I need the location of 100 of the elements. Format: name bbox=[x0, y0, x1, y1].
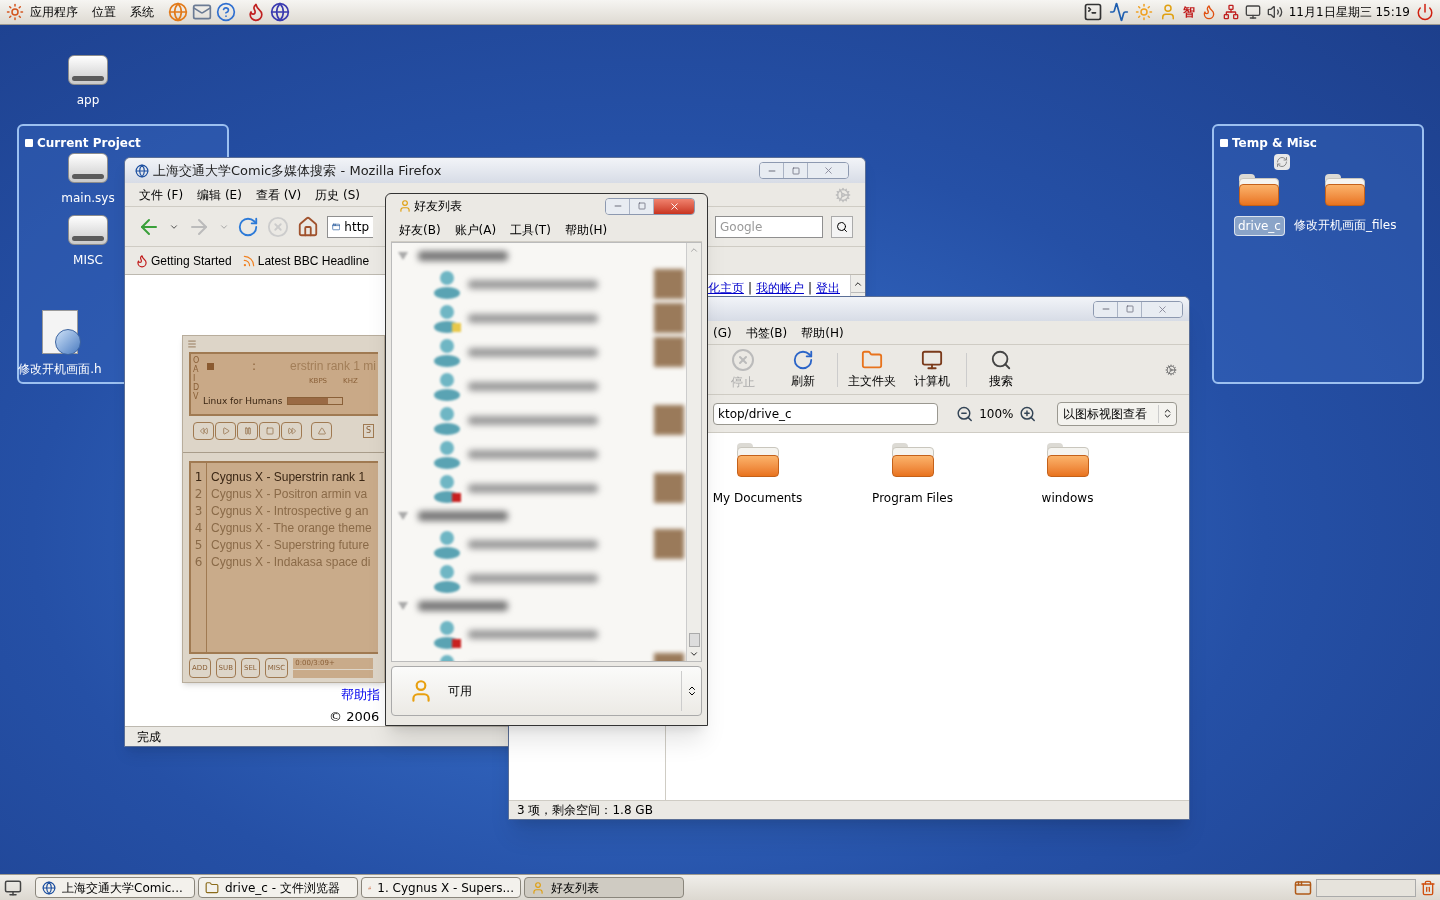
menu-icon[interactable] bbox=[187, 339, 197, 349]
taskbar-button[interactable]: 1. Cygnus X - Supers... bbox=[361, 877, 521, 898]
url-field[interactable]: http bbox=[327, 215, 373, 238]
browser-launcher-icon[interactable] bbox=[168, 2, 188, 22]
menu-item[interactable]: 帮助(H) bbox=[801, 323, 844, 342]
zoom-out-button[interactable] bbox=[955, 404, 974, 423]
playback-button[interactable] bbox=[237, 422, 258, 440]
expander-icon[interactable] bbox=[398, 602, 408, 610]
menu-item[interactable]: 工具(T) bbox=[510, 220, 551, 239]
menu-item[interactable]: 历史 (S) bbox=[315, 185, 361, 204]
network-icon[interactable] bbox=[1222, 4, 1239, 20]
expander-icon[interactable] bbox=[398, 252, 408, 260]
reload-button[interactable] bbox=[237, 215, 259, 238]
menu-item[interactable]: 查看 (V) bbox=[255, 185, 302, 204]
blurred-contact-name[interactable] bbox=[468, 347, 598, 357]
bookmark-link[interactable]: Getting Started bbox=[135, 251, 232, 270]
volume-track[interactable] bbox=[286, 397, 343, 406]
globe-launcher-icon[interactable] bbox=[270, 2, 290, 22]
menu-item[interactable]: (G) bbox=[713, 323, 732, 342]
location-field[interactable]: ktop/drive_c bbox=[713, 402, 938, 425]
playback-button[interactable] bbox=[259, 422, 280, 440]
toolbar-button[interactable]: 搜索 bbox=[971, 349, 1031, 390]
input-method-indicator[interactable]: 智 bbox=[1182, 3, 1195, 21]
zoom-in-button[interactable] bbox=[1019, 404, 1037, 423]
maximize-button[interactable] bbox=[1118, 301, 1142, 317]
messenger-launcher-icon[interactable] bbox=[246, 2, 266, 22]
playback-button[interactable] bbox=[193, 422, 214, 440]
minimize-button[interactable] bbox=[1094, 301, 1118, 317]
help-launcher-icon[interactable] bbox=[216, 2, 236, 22]
desktop-icon-label[interactable]: app bbox=[76, 91, 100, 109]
close-button[interactable] bbox=[808, 163, 848, 178]
menu-item[interactable]: 帮助(H) bbox=[564, 220, 608, 239]
search-button[interactable] bbox=[831, 215, 853, 238]
desktop-icon-label[interactable]: MISC bbox=[73, 251, 103, 269]
menu-item[interactable]: 好友(B) bbox=[399, 220, 441, 239]
panel-menu[interactable]: 系统 bbox=[130, 3, 154, 21]
scrollbar[interactable] bbox=[686, 243, 701, 661]
file-item-label[interactable]: My Documents bbox=[712, 489, 803, 507]
desktop-icon-label[interactable]: main.sys bbox=[61, 189, 115, 207]
page-link[interactable]: 化主页 bbox=[707, 279, 744, 297]
blurred-contact-name[interactable] bbox=[468, 629, 598, 639]
minimize-button[interactable] bbox=[760, 163, 784, 178]
file-item-label[interactable]: windows bbox=[1041, 489, 1094, 507]
blurred-contact-name[interactable] bbox=[468, 573, 598, 583]
show-desktop-button[interactable] bbox=[4, 878, 22, 897]
taskbar-button[interactable]: 好友列表 bbox=[524, 877, 684, 898]
system-monitor-icon[interactable] bbox=[1108, 2, 1129, 22]
toolbar-button[interactable]: 主文件夹 bbox=[842, 349, 902, 390]
home-button[interactable] bbox=[297, 215, 319, 238]
workspace-pager[interactable] bbox=[1316, 878, 1416, 897]
menu-item[interactable]: 账户(A) bbox=[454, 220, 497, 239]
blurred-contact-name[interactable] bbox=[468, 449, 598, 459]
blurred-contact-name[interactable] bbox=[468, 415, 598, 425]
maximize-button[interactable] bbox=[784, 163, 808, 178]
sun-icon[interactable] bbox=[1134, 3, 1153, 21]
file-item-label[interactable]: Program Files bbox=[872, 489, 953, 507]
panel-menu[interactable]: 位置 bbox=[92, 3, 116, 21]
toolbar-button[interactable]: 刷新 bbox=[773, 349, 833, 390]
stop-button[interactable] bbox=[267, 215, 289, 238]
view-selector[interactable]: 以图标视图查看 bbox=[1056, 401, 1177, 426]
toolbar-button[interactable]: 计算机 bbox=[902, 349, 962, 390]
mini-controls-drawing[interactable] bbox=[293, 669, 374, 678]
trash-icon[interactable] bbox=[1420, 879, 1436, 896]
page-link[interactable]: 登出 bbox=[816, 279, 840, 297]
blurred-contact-name[interactable] bbox=[468, 539, 598, 549]
close-button[interactable] bbox=[654, 198, 694, 214]
page-link[interactable]: 我的帐户 bbox=[755, 279, 804, 297]
volume-icon[interactable] bbox=[1266, 4, 1283, 20]
blurred-contact-name[interactable] bbox=[468, 279, 598, 289]
menu-item[interactable]: 文件 (F) bbox=[139, 185, 184, 204]
desktop-icon-label[interactable]: 修改开机画面.h bbox=[18, 360, 102, 378]
minimize-button[interactable] bbox=[606, 198, 630, 214]
blurred-contact-name[interactable] bbox=[468, 313, 598, 323]
taskbar-button[interactable]: drive_c - 文件浏览器 bbox=[198, 877, 358, 898]
playback-button[interactable] bbox=[215, 422, 236, 440]
mail-launcher-icon[interactable] bbox=[192, 2, 212, 22]
workspace-switcher-icon[interactable] bbox=[1294, 878, 1312, 897]
blurred-contact-name[interactable] bbox=[468, 381, 598, 391]
playlist-track[interactable]: Cygnus X - Superstrin rank 1 bbox=[211, 469, 372, 486]
bookmark-link[interactable]: Latest BBC Headline bbox=[241, 251, 370, 270]
display-icon[interactable] bbox=[1244, 4, 1261, 20]
scroll-thumb[interactable] bbox=[688, 633, 700, 647]
terminal-icon[interactable] bbox=[1082, 2, 1103, 22]
maximize-button[interactable] bbox=[630, 198, 654, 214]
power-button-icon[interactable] bbox=[1416, 3, 1434, 21]
eject-button[interactable] bbox=[311, 422, 332, 440]
blurred-contact-name[interactable] bbox=[468, 483, 598, 493]
menu-item[interactable]: 书签(B) bbox=[745, 323, 788, 342]
menu-item[interactable]: 编辑 (E) bbox=[197, 185, 242, 204]
panel-menu[interactable]: 应用程序 bbox=[30, 3, 78, 21]
ubuntu-logo-icon[interactable] bbox=[6, 3, 24, 21]
playback-button[interactable] bbox=[281, 422, 302, 440]
help-link[interactable]: 帮助指 bbox=[329, 685, 380, 705]
shuffle-button[interactable]: S bbox=[362, 424, 374, 438]
status-selector[interactable]: 可用 bbox=[391, 666, 702, 716]
close-button[interactable] bbox=[1142, 301, 1182, 317]
clock[interactable]: 11月1日星期三 15:19 bbox=[1288, 3, 1410, 21]
desktop-icon-label[interactable]: 修改开机画面_files bbox=[1290, 216, 1400, 234]
taskbar-button[interactable]: 上海交通大学Comic... bbox=[35, 877, 195, 898]
expander-icon[interactable] bbox=[398, 512, 408, 520]
